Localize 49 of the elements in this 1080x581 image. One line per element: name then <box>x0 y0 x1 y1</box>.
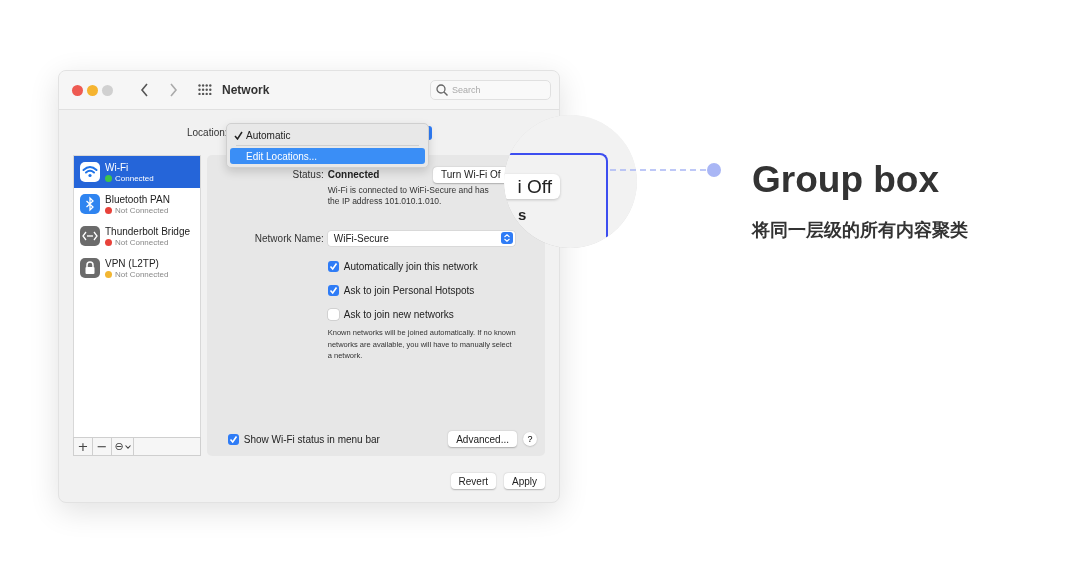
service-name: VPN (L2TP) <box>105 257 160 270</box>
service-name: Wi-Fi <box>105 161 130 174</box>
service-status: Not Connected <box>115 237 169 247</box>
forward-icon[interactable] <box>168 83 178 97</box>
help-button[interactable]: ? <box>523 432 537 446</box>
revert-button[interactable]: Revert <box>450 473 496 489</box>
annotation-title: Group box <box>752 160 941 200</box>
window-title: Network <box>222 83 270 97</box>
caret-icon <box>124 444 131 449</box>
close-button[interactable] <box>72 84 83 96</box>
status-description: Wi-Fi is connected to WiFi-Secure and has the IP address 101.010.1.010. <box>327 185 490 207</box>
checkbox[interactable] <box>327 260 339 272</box>
checkbox-label: Ask to join Personal Hotspots <box>343 284 475 296</box>
checkbox[interactable] <box>327 284 339 296</box>
checkbox-label: Show Wi-Fi status in menu bar <box>243 433 380 445</box>
service-item[interactable]: VPN (L2TP) Not Connected <box>74 252 200 284</box>
network-select[interactable]: WiFi-Secure <box>327 230 515 246</box>
search-input[interactable]: Search <box>452 85 542 95</box>
advanced-button[interactable]: Advanced... <box>448 431 517 447</box>
service-name: Bluetooth PAN <box>105 193 170 206</box>
bluetooth-icon <box>80 194 100 214</box>
checkbox[interactable] <box>327 308 339 320</box>
wifi-icon <box>80 162 100 182</box>
search-field[interactable]: Search <box>430 80 551 100</box>
annotation-subtitle: 将同一层级的所有内容聚类 <box>752 219 968 242</box>
service-status: Not Connected <box>115 205 169 215</box>
stepper-icon <box>500 232 513 244</box>
apply-button[interactable]: Apply <box>504 473 545 489</box>
back-icon[interactable] <box>140 83 150 97</box>
service-item[interactable]: Bluetooth PAN Not Connected <box>74 188 200 220</box>
section-heading: s <box>518 206 527 223</box>
service-status: Not Connected <box>115 269 169 279</box>
bridge-icon <box>80 226 100 246</box>
service-item[interactable]: Thunderbolt Bridge Not Connected <box>74 220 200 252</box>
status-label: Status: <box>291 169 324 180</box>
checkbox-label: Ask to join new networks <box>343 308 454 320</box>
location-label: Location: <box>187 127 228 138</box>
service-name: Thunderbolt Bridge <box>105 225 191 238</box>
checkbox-label: Automatically join this network <box>343 260 478 272</box>
service-item[interactable]: Wi-Fi Connected <box>74 156 200 188</box>
service-status: Connected <box>115 173 154 183</box>
action-menu-button[interactable]: ⊖ <box>112 438 134 455</box>
grid-icon[interactable] <box>198 84 212 96</box>
search-icon <box>436 84 448 96</box>
network-name-label: Network Name: <box>253 232 324 244</box>
status-value: Connected <box>327 169 380 180</box>
menu-item[interactable]: Automatic <box>230 127 425 143</box>
checkbox[interactable] <box>227 433 239 445</box>
lock-icon <box>80 258 100 278</box>
